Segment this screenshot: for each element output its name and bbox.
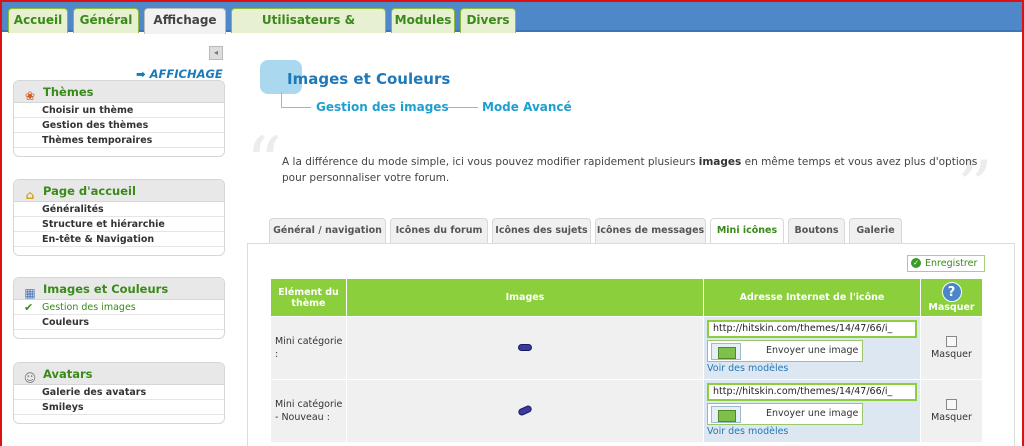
sidebox-images-couleurs: ▦ Images et Couleurs ✔ Gestion des image… <box>13 277 225 339</box>
tab-divers[interactable]: Divers <box>460 8 516 33</box>
upload-label: Envoyer une image <box>766 345 859 356</box>
row-hide-cell: Masquer <box>920 379 983 443</box>
tab-utilisateurs-groupes[interactable]: Utilisateurs & Groupes <box>231 8 386 49</box>
row-hide-cell: Masquer <box>920 316 983 380</box>
subtab-galerie[interactable]: Galerie <box>849 218 902 243</box>
row-name: Mini catégorie : <box>270 316 347 380</box>
subtab-mini-icones[interactable]: Mini icônes <box>710 218 784 245</box>
sidebox-title: Images et Couleurs <box>43 281 169 296</box>
save-button[interactable]: ✓ Enregistrer <box>907 255 985 272</box>
upload-image-button[interactable]: Envoyer une image <box>707 340 864 362</box>
page-title: Images et Couleurs <box>287 70 451 88</box>
breadcrumb-gestion-images[interactable]: Gestion des images <box>316 100 449 114</box>
row-url-cell: http://hitskin.com/themes/14/47/66/i_ En… <box>703 316 922 380</box>
sidebar-item-choisir-theme[interactable]: Choisir un thème <box>14 103 224 118</box>
view-models-link[interactable]: Voir des modèles <box>707 426 917 437</box>
sidebox-spacer <box>14 247 224 255</box>
sidebox-themes: ❀ Thèmes Choisir un thème Gestion des th… <box>13 80 225 157</box>
sidebar-item-label: Gestion des images <box>42 302 136 313</box>
sidebar-item-couleurs[interactable]: Couleurs <box>14 315 224 330</box>
main-content: ◂ ➡ AFFICHAGE ❀ Thèmes Choisir un thème … <box>2 34 1022 446</box>
sidebox-title: Avatars <box>43 366 93 381</box>
sidebox-avatars: ☺ Avatars Galerie des avatars Smileys <box>13 362 225 424</box>
sidebox-page-accueil-header: ⌂ Page d'accueil <box>14 180 224 202</box>
header-url: Adresse Internet de l'icône <box>703 278 922 317</box>
ok-icon: ✓ <box>911 258 921 268</box>
hide-checkbox[interactable] <box>946 399 957 410</box>
sidebox-page-accueil: ⌂ Page d'accueil Généralités Structure e… <box>13 179 225 256</box>
icons-table: Elément du thème Images Adresse Internet… <box>270 278 983 443</box>
subtab-icones-forum[interactable]: Icônes du forum <box>390 218 488 243</box>
icon-url-input[interactable]: http://hitskin.com/themes/14/47/66/i_ <box>707 320 918 338</box>
tab-general[interactable]: Général <box>73 8 139 33</box>
affichage-section-link[interactable]: ➡ AFFICHAGE <box>136 67 223 81</box>
images-icon: ▦ <box>24 285 36 300</box>
table-row: Mini catégorie : http://hitskin.com/them… <box>270 316 983 380</box>
hide-checkbox[interactable] <box>946 336 957 347</box>
subtab-general-navigation[interactable]: Général / navigation <box>269 218 386 243</box>
sidebar-item-galerie-avatars[interactable]: Galerie des avatars <box>14 385 224 400</box>
sidebox-title: Thèmes <box>43 84 94 99</box>
view-models-link[interactable]: Voir des modèles <box>707 363 917 374</box>
header-hide-label: Masquer <box>928 302 975 313</box>
breadcrumb-mode-avance: Mode Avancé <box>482 100 572 114</box>
subtab-icones-messages[interactable]: Icônes de messages <box>595 218 706 243</box>
avatar-icon: ☺ <box>23 370 37 385</box>
sidebox-title: Page d'accueil <box>43 183 136 198</box>
sidebox-spacer <box>14 330 224 338</box>
row-image <box>345 316 705 380</box>
upload-image-button[interactable]: Envoyer une image <box>707 403 864 425</box>
subtab-boutons[interactable]: Boutons <box>788 218 845 243</box>
row-url-cell: http://hitskin.com/themes/14/47/66/i_ En… <box>703 379 922 443</box>
check-icon: ✔ <box>24 301 34 314</box>
top-nav: Accueil Général Affichage Utilisateurs &… <box>2 2 1022 49</box>
tab-accueil[interactable]: Accueil <box>8 8 68 33</box>
icon-url-input[interactable]: http://hitskin.com/themes/14/47/66/i_ <box>707 383 918 401</box>
image-thumb-icon <box>711 406 742 423</box>
themes-icon: ❀ <box>24 88 36 103</box>
row-image <box>345 379 705 443</box>
sidebox-spacer <box>14 148 224 156</box>
breadcrumb-arrow <box>448 107 478 108</box>
intro-part1: A la différence du mode simple, ici vous… <box>282 156 699 168</box>
sidebar-item-structure[interactable]: Structure et hiérarchie <box>14 217 224 232</box>
breadcrumb-arrow <box>281 92 282 108</box>
save-label: Enregistrer <box>925 258 978 269</box>
tab-modules[interactable]: Modules <box>391 8 455 33</box>
sidebox-themes-header: ❀ Thèmes <box>14 81 224 103</box>
subtab-icones-sujets[interactable]: Icônes des sujets <box>492 218 591 243</box>
intro-text: A la différence du mode simple, ici vous… <box>282 154 992 186</box>
sidebar-item-smileys[interactable]: Smileys <box>14 400 224 415</box>
intro-bold: images <box>698 156 742 168</box>
tab-affichage[interactable]: Affichage <box>144 8 226 35</box>
sidebar-item-gestion-themes[interactable]: Gestion des thèmes <box>14 118 224 133</box>
sidebox-spacer <box>14 415 224 423</box>
hide-label: Masquer <box>931 349 972 360</box>
sidebar-item-gestion-images[interactable]: ✔ Gestion des images <box>14 300 224 315</box>
window-frame: Accueil Général Affichage Utilisateurs &… <box>0 0 1024 446</box>
image-thumb-icon <box>711 343 742 360</box>
collapse-sidebar-button[interactable]: ◂ <box>209 46 223 60</box>
mini-icones-panel: ✓ Enregistrer Elément du thème Images Ad… <box>247 243 1015 446</box>
header-hide: ? Masquer <box>920 278 983 317</box>
home-icon: ⌂ <box>25 187 35 202</box>
sidebox-avatars-header: ☺ Avatars <box>14 363 224 385</box>
mini-category-new-icon <box>517 403 533 417</box>
help-icon[interactable]: ? <box>941 282 962 302</box>
hide-label: Masquer <box>931 412 972 423</box>
sidebar-item-generalites[interactable]: Généralités <box>14 202 224 217</box>
header-images: Images <box>345 278 705 317</box>
row-name: Mini catégorie - Nouveau : <box>270 379 347 443</box>
upload-label: Envoyer une image <box>766 408 859 419</box>
open-quote-icon: “ <box>246 122 282 204</box>
sidebox-images-couleurs-header: ▦ Images et Couleurs <box>14 278 224 300</box>
sidebar-item-themes-temporaires[interactable]: Thèmes temporaires <box>14 133 224 148</box>
header-element: Elément du thème <box>270 278 347 317</box>
table-row: Mini catégorie - Nouveau : http://hitski… <box>270 379 983 443</box>
mini-category-icon <box>517 343 532 351</box>
breadcrumb-arrow <box>281 107 311 108</box>
sidebar-item-entete-navigation[interactable]: En-tête & Navigation <box>14 232 224 247</box>
